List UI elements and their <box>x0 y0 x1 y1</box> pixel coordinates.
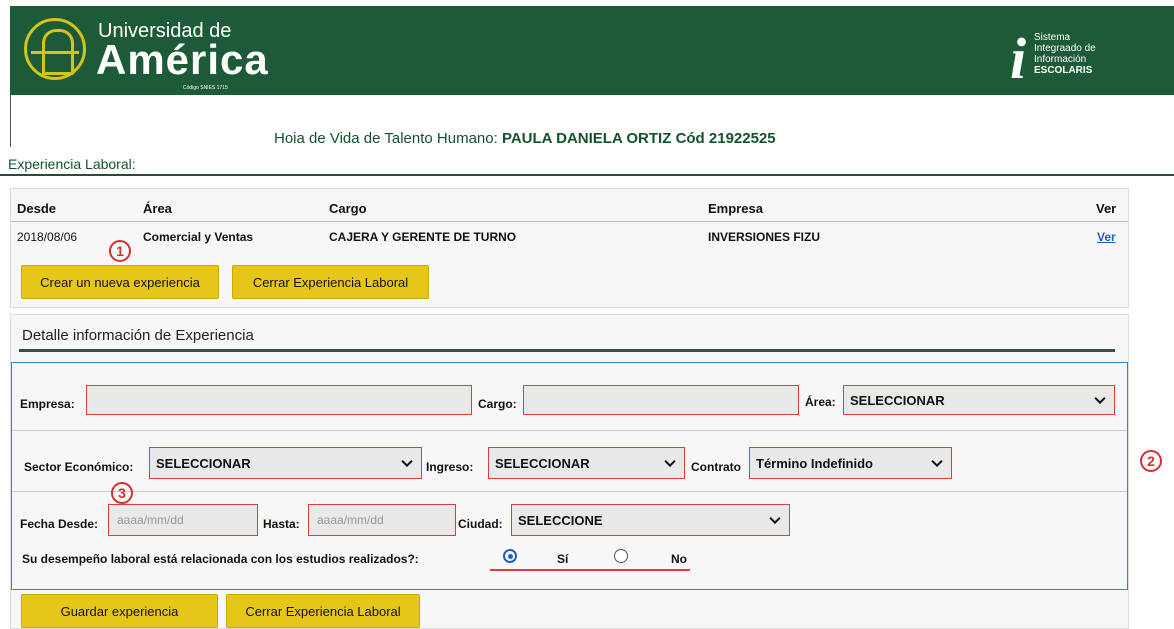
marker-2: 2 <box>1140 450 1162 472</box>
ingreso-label: Ingreso: <box>426 460 474 474</box>
marker-1: 1 <box>109 240 131 262</box>
app-header: Universidad de América Código SNIES 1715… <box>10 6 1174 95</box>
chevron-down-icon <box>931 455 943 468</box>
cell-cargo: CAJERA Y GERENTE DE TURNO <box>329 230 517 244</box>
empresa-input[interactable] <box>86 385 472 415</box>
contrato-select-value: Término Indefinido <box>756 455 873 471</box>
save-experience-button[interactable]: Guardar experiencia <box>21 594 218 628</box>
section-divider <box>0 174 1174 176</box>
area-label: Área: <box>805 395 836 409</box>
fecha-desde-input[interactable]: aaaa/mm/dd <box>108 504 258 536</box>
radio-no-label: No <box>671 552 687 566</box>
radio-group-underline <box>490 569 690 571</box>
empresa-label: Empresa: <box>20 397 75 411</box>
info-i-icon: i <box>1010 26 1027 91</box>
chevron-down-icon <box>664 455 676 468</box>
cell-area: Comercial y Ventas <box>143 230 254 244</box>
code-label: Cód <box>675 130 705 147</box>
col-header-desde: Desde <box>17 201 57 216</box>
contrato-label: Contrato <box>691 460 741 474</box>
area-select[interactable]: SELECCIONAR <box>843 385 1115 415</box>
view-link[interactable]: Ver <box>1097 230 1116 244</box>
sector-select[interactable]: SELECCIONAR <box>149 447 422 479</box>
row-divider <box>12 430 1127 431</box>
detail-title: Detalle información de Experiencia <box>22 327 254 344</box>
person-name: PAULA DANIELA ORTIZ <box>501 130 672 147</box>
cargo-input[interactable] <box>523 385 799 415</box>
radio-yes-label: Sí <box>557 552 569 566</box>
close-experience-button-2[interactable]: Cerrar Experiencia Laboral <box>226 594 420 628</box>
ciudad-label: Ciudad: <box>458 517 503 531</box>
header-divider <box>11 221 1128 222</box>
area-select-value: SELECCIONAR <box>850 392 945 408</box>
experience-table: Desde Área Cargo Empresa Ver 2018/08/06 … <box>10 188 1129 308</box>
hasta-input[interactable]: aaaa/mm/dd <box>308 504 456 536</box>
marker-3: 3 <box>111 482 133 504</box>
experience-form: Empresa: Cargo: Área: SELECCIONAR Sector… <box>11 362 1128 590</box>
chevron-down-icon <box>1094 392 1106 405</box>
cell-empresa: INVERSIONES FIZU <box>708 230 821 244</box>
system-brand: Sistema Integraado de Información ESCOLA… <box>1034 32 1096 76</box>
sector-select-value: SELECCIONAR <box>156 455 251 471</box>
chevron-down-icon <box>401 455 413 468</box>
code-value: 21922525 <box>708 130 776 147</box>
col-header-empresa: Empresa <box>708 201 763 216</box>
ciudad-select-value: SELECCIONE <box>518 512 603 528</box>
radio-no[interactable] <box>614 549 628 563</box>
system-line-4: ESCOLARIS <box>1034 65 1093 76</box>
row-divider <box>12 491 1127 492</box>
col-header-cargo: Cargo <box>329 201 367 216</box>
question-label: Su desempeño laboral está relacionada co… <box>22 552 419 566</box>
page-title: Hoia de Vida de Talento Humano: PAULA DA… <box>274 130 776 147</box>
sector-label: Sector Económico: <box>24 460 134 474</box>
ingreso-select-value: SELECCIONAR <box>495 455 590 471</box>
university-logo-icon <box>24 18 86 80</box>
close-experience-button[interactable]: Cerrar Experiencia Laboral <box>232 265 429 299</box>
system-line-1: Sistema <box>1034 32 1071 43</box>
system-line-3: Información <box>1034 54 1087 65</box>
section-title: Experiencia Laboral: <box>8 156 136 172</box>
divider <box>10 95 11 147</box>
detail-divider <box>19 349 1115 352</box>
ciudad-select[interactable]: SELECCIONE <box>511 504 790 536</box>
cell-desde: 2018/08/06 <box>17 230 78 244</box>
logo-text-line2: América <box>96 36 269 83</box>
hasta-label: Hasta: <box>263 517 300 531</box>
col-header-area: Área <box>143 201 172 216</box>
detail-panel: Detalle información de Experiencia Empre… <box>10 314 1129 629</box>
ingreso-select[interactable]: SELECCIONAR <box>488 447 685 479</box>
cargo-label: Cargo: <box>478 397 517 411</box>
radio-yes[interactable] <box>503 549 517 563</box>
logo-code: Código SNIES 1715 <box>183 85 228 91</box>
system-line-2: Integraado de <box>1034 43 1096 54</box>
contrato-select[interactable]: Término Indefinido <box>749 447 952 479</box>
chevron-down-icon <box>769 512 781 525</box>
page-title-prefix: Hoia de Vida de Talento Humano: <box>274 130 498 147</box>
fecha-desde-label: Fecha Desde: <box>20 517 99 531</box>
create-experience-button[interactable]: Crear un nueva experiencia <box>21 265 219 299</box>
col-header-ver: Ver <box>1096 201 1117 216</box>
